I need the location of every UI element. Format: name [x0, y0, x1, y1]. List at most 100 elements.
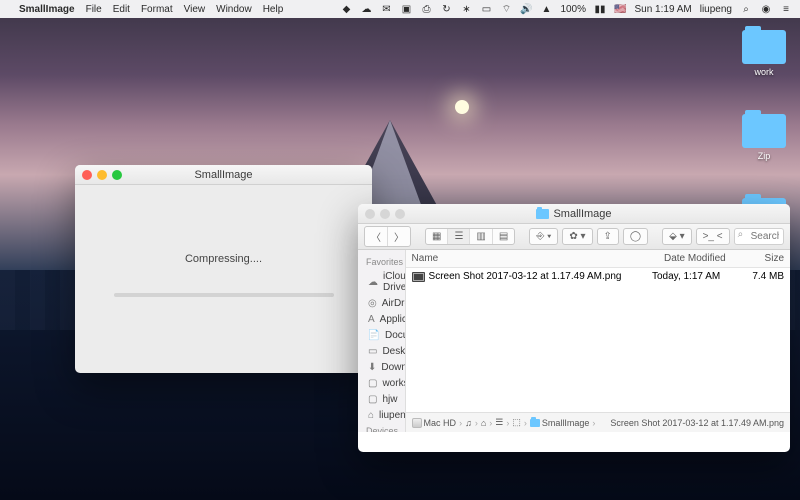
desktop-icon: ▭ [368, 345, 377, 357]
display-icon[interactable]: ▭ [480, 3, 492, 15]
spotlight-icon[interactable]: ⌕ [740, 3, 752, 15]
notification-center-icon[interactable]: ≡ [780, 3, 792, 15]
wifi-icon[interactable]: ⌔ [500, 3, 512, 15]
documents-icon: 📄 [368, 329, 380, 341]
input-source-flag[interactable]: 🇺🇸 [614, 4, 626, 15]
sidebar-item-downloads[interactable]: ⬇Downloads [358, 359, 405, 375]
compressing-status: Compressing.... [95, 253, 352, 265]
view-column-button[interactable]: ▥ [470, 229, 492, 244]
finder-toolbar: 〈 〉 ▦ ☰ ▥ ▤ ⎆ ▾ ✿ ▾ ⇪ ◯ ⬙ ▾ >_ < [358, 224, 790, 250]
path-crumb[interactable]: Mac HD [412, 418, 457, 428]
folder-icon [742, 114, 786, 148]
sidebar-item-icloud[interactable]: ☁iCloud Drive [358, 269, 405, 295]
column-name[interactable]: Name [406, 250, 658, 267]
menu-help[interactable]: Help [263, 4, 284, 15]
folder-icon [530, 419, 540, 427]
finder-pathbar: Mac HD› ♫› ⌂› ☰› ⬚› SmallImage› Screen S… [406, 412, 790, 432]
view-icon-button[interactable]: ▦ [426, 229, 448, 244]
action-button[interactable]: ✿ ▾ [563, 229, 591, 244]
folder-label: work [754, 67, 773, 77]
battery-icon[interactable]: ▮▮ [594, 3, 606, 15]
volume-icon[interactable]: 🔊 [520, 3, 532, 15]
image-file-icon [412, 272, 425, 282]
system-menubar: SmallImage File Edit Format View Window … [0, 0, 800, 18]
battery-percent[interactable]: 100% [560, 4, 586, 15]
menu-format[interactable]: Format [141, 4, 173, 15]
path-crumb[interactable]: ⌂ [481, 418, 486, 428]
file-name: Screen Shot 2017-03-12 at 1.17.49 AM.png [429, 271, 622, 282]
sidebar-item-hjw[interactable]: ▢hjw [358, 391, 405, 407]
sidebar-section-devices: Devices [358, 423, 405, 432]
wallpaper-sun [455, 100, 469, 114]
box-icon[interactable]: ▣ [400, 3, 412, 15]
titlebar[interactable]: SmallImage [75, 165, 372, 185]
sidebar-section-favorites: Favorites [358, 254, 405, 269]
desktop-folder-zip[interactable]: Zip [740, 114, 788, 170]
view-coverflow-button[interactable]: ▤ [493, 229, 514, 244]
share-button[interactable]: ⇪ [598, 229, 618, 244]
path-crumb[interactable]: ☰ [495, 417, 503, 428]
sidebar-item-airdrop[interactable]: ◎AirDrop [358, 295, 405, 311]
downloads-icon: ⬇ [368, 361, 376, 373]
sidebar-item-documents[interactable]: 📄Documents [358, 327, 405, 343]
column-size[interactable]: Size [742, 250, 790, 267]
window-title: SmallImage [358, 208, 790, 220]
path-crumb[interactable]: Screen Shot 2017-03-12 at 1.17.49 AM.png [598, 418, 784, 428]
menu-view[interactable]: View [184, 4, 206, 15]
clock[interactable]: Sun 1:19 AM [634, 4, 691, 15]
disk-icon [412, 418, 422, 428]
sidebar-item-applications[interactable]: AApplications [358, 311, 405, 327]
path-crumb[interactable]: ♫ [465, 418, 472, 428]
sidebar-item-liupeng[interactable]: ⌂liupeng [358, 407, 405, 423]
finder-window[interactable]: SmallImage 〈 〉 ▦ ☰ ▥ ▤ ⎆ ▾ ✿ ▾ ⇪ ◯ ⬙ ▾ >… [358, 204, 790, 452]
applications-icon: A [368, 313, 375, 325]
search-input[interactable] [734, 228, 784, 245]
finder-sidebar: Favorites ☁iCloud Drive ◎AirDrop AApplic… [358, 250, 406, 432]
folder-icon [742, 30, 786, 64]
sync-icon[interactable]: ↻ [440, 3, 452, 15]
progress-bar [114, 293, 334, 297]
tags-button[interactable]: ◯ [624, 229, 647, 244]
file-date: Today, 1:17 AM [652, 271, 736, 282]
back-button[interactable]: 〈 [365, 227, 388, 246]
titlebar[interactable]: SmallImage [358, 204, 790, 224]
window-title: SmallImage [75, 169, 372, 181]
menu-window[interactable]: Window [216, 4, 252, 15]
path-crumb[interactable]: ⬚ [512, 417, 521, 428]
search-field[interactable] [734, 228, 784, 245]
airdrop-icon: ◎ [368, 297, 377, 309]
desktop-folder-work[interactable]: work [740, 30, 788, 86]
app-menu[interactable]: SmallImage [19, 4, 75, 15]
menu-file[interactable]: File [86, 4, 102, 15]
forward-button[interactable]: 〉 [388, 227, 410, 246]
menu-edit[interactable]: Edit [113, 4, 130, 15]
view-list-button[interactable]: ☰ [448, 229, 470, 244]
table-row[interactable]: Screen Shot 2017-03-12 at 1.17.49 AM.png… [406, 268, 790, 285]
arrange-button[interactable]: ⎆ ▾ [530, 229, 557, 244]
bluetooth-icon[interactable]: ∗ [460, 3, 472, 15]
dropbox-button[interactable]: ⬙ ▾ [663, 229, 691, 244]
home-icon: ⌂ [368, 409, 374, 421]
siri-icon[interactable]: ◉ [760, 3, 772, 15]
folder-icon: ▢ [368, 393, 377, 405]
sidebar-item-workspace[interactable]: ▢workspace [358, 375, 405, 391]
path-button[interactable]: >_ < [697, 229, 729, 244]
airplay-icon[interactable]: ▲ [540, 3, 552, 15]
column-date[interactable]: Date Modified [658, 250, 742, 267]
path-crumb[interactable]: SmallImage [530, 418, 590, 428]
user-menu[interactable]: liupeng [700, 4, 732, 15]
column-headers: Name Date Modified Size [406, 250, 790, 268]
image-file-icon [598, 419, 608, 427]
smallimage-window[interactable]: SmallImage Compressing.... [75, 165, 372, 373]
folder-label: Zip [758, 151, 771, 161]
printer-icon[interactable]: ⎙ [420, 3, 432, 15]
evernote-icon[interactable]: ◆ [340, 3, 352, 15]
sidebar-item-desktop[interactable]: ▭Desktop [358, 343, 405, 359]
folder-icon [536, 209, 549, 219]
icloud-icon: ☁ [368, 276, 378, 288]
finder-file-list: Name Date Modified Size Screen Shot 2017… [406, 250, 790, 432]
folder-icon: ▢ [368, 377, 377, 389]
file-size: 7.4 MB [736, 271, 784, 282]
wechat-icon[interactable]: ✉ [380, 3, 392, 15]
cloud-icon[interactable]: ☁ [360, 3, 372, 15]
